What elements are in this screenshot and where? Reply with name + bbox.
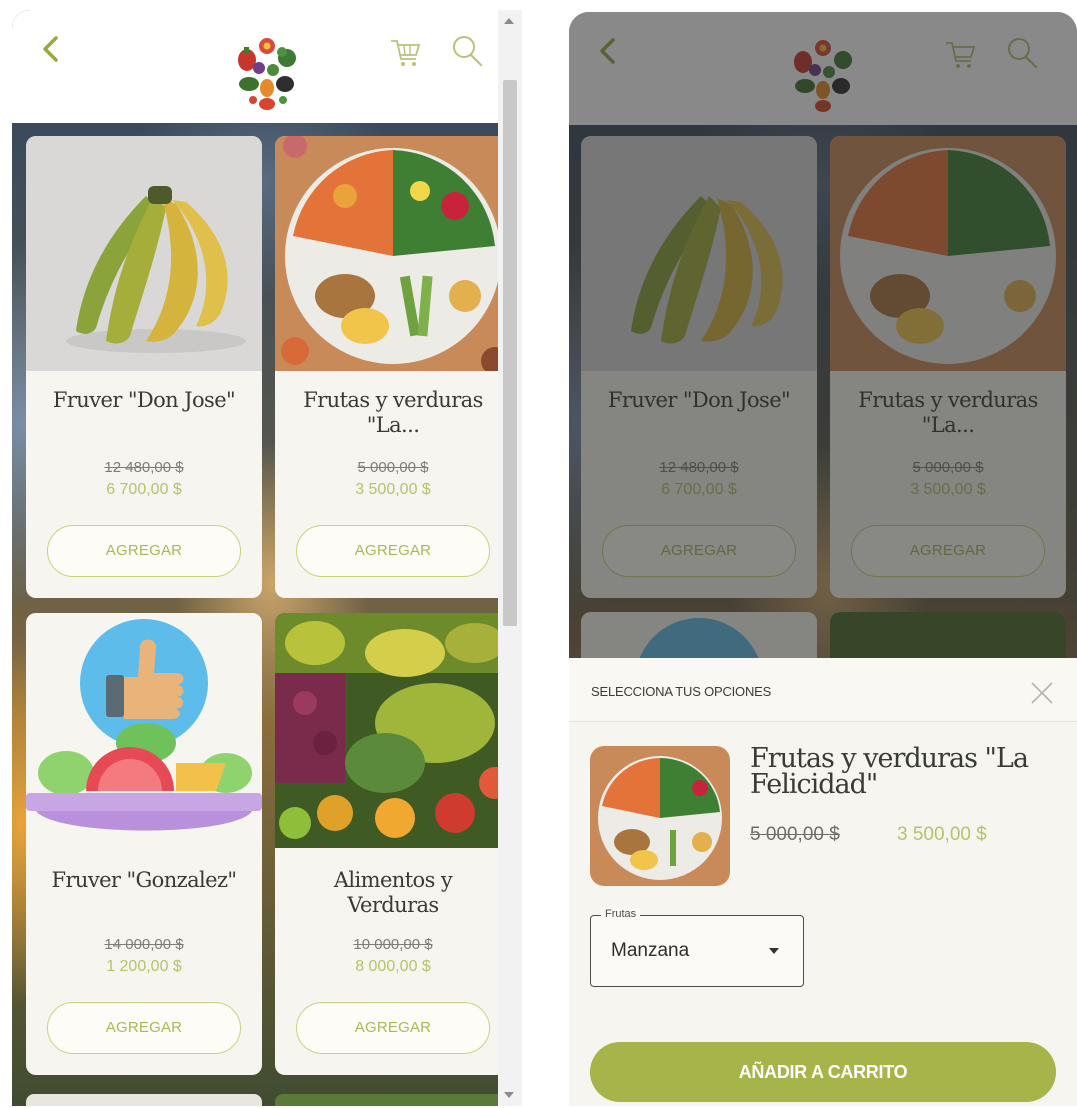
add-to-cart-button[interactable]: AÑADIR A CARRITO <box>590 1042 1056 1102</box>
search-icon[interactable] <box>450 32 484 68</box>
close-icon[interactable] <box>1029 680 1055 706</box>
select-value: Manzana <box>611 940 690 961</box>
next-row-peek <box>26 1094 510 1106</box>
product-photo-bananas <box>26 136 262 371</box>
product-name: Frutas y verduras "La... <box>303 388 483 437</box>
chevron-left-icon[interactable] <box>36 32 66 68</box>
options-bottom-sheet: SELECCIONA TUS OPCIONES Frutas y verdura… <box>569 658 1077 1106</box>
product-card[interactable]: Fruver "Gonzalez" 14 000,00 $ 1 200,00 $… <box>26 613 262 1075</box>
sheet-title: SELECCIONA TUS OPCIONES <box>591 684 772 699</box>
fruit-select[interactable]: Frutas Manzana <box>590 908 804 987</box>
product-card[interactable]: Frutas y verduras "La... 5 000,00 $ 3 50… <box>275 136 511 598</box>
chevron-down-icon[interactable] <box>769 948 779 954</box>
product-photo-fruit-plate <box>275 136 511 371</box>
product-old-price: 12 480,00 $ <box>104 459 184 476</box>
app-bar <box>12 10 522 123</box>
product-new-price: 8 000,00 $ <box>355 958 431 975</box>
product-name: Fruver "Gonzalez" <box>51 868 238 892</box>
product-card[interactable]: Alimentos y Verduras 10 000,00 $ 8 000,0… <box>275 613 511 1075</box>
product-name: Fruver "Don Jose" <box>52 388 236 412</box>
scrollbar[interactable] <box>498 10 522 1106</box>
product-photo-market-stall <box>275 613 511 848</box>
add-button[interactable]: AGREGAR <box>296 1002 490 1054</box>
product-photo-thumbs-up <box>26 613 262 848</box>
add-button[interactable]: AGREGAR <box>47 1002 241 1054</box>
select-label: Frutas <box>601 908 641 920</box>
product-new-price: 3 500,00 $ <box>355 481 431 498</box>
product-new-price: 3 500,00 $ <box>897 824 987 845</box>
sheet-header: SELECCIONA TUS OPCIONES <box>569 658 1077 722</box>
product-card[interactable]: Fruver "Don Jose" 12 480,00 $ 6 700,00 $… <box>26 136 262 598</box>
product-new-price: 6 700,00 $ <box>106 481 182 498</box>
scroll-up-arrow-icon[interactable] <box>504 18 514 24</box>
product-old-price: 10 000,00 $ <box>353 936 433 953</box>
add-button[interactable]: AGREGAR <box>296 525 490 577</box>
product-old-price: 5 000,00 $ <box>357 459 429 476</box>
product-new-price: 1 200,00 $ <box>106 958 182 975</box>
product-list-screen: Fruver "Don Jose" 12 480,00 $ 6 700,00 $… <box>12 10 522 1106</box>
product-name: Frutas y verduras "La Felicidad" <box>750 743 1029 800</box>
product-old-price: 14 000,00 $ <box>104 936 184 953</box>
scroll-thumb[interactable] <box>503 80 517 626</box>
vegetable-basket-logo <box>238 38 296 110</box>
cart-icon[interactable] <box>388 34 422 70</box>
add-button[interactable]: AGREGAR <box>47 525 241 577</box>
product-thumbnail <box>590 746 730 886</box>
scroll-down-arrow-icon[interactable] <box>504 1092 514 1098</box>
stage: Fruver "Don Jose" 12 480,00 $ 6 700,00 $… <box>0 0 1077 1108</box>
options-screen: Fruver "Don Jose" 12 480,00 $ 6 700,00 $… <box>569 12 1077 1106</box>
product-name: Alimentos y Verduras <box>333 868 453 917</box>
product-old-price: 5 000,00 $ <box>750 824 840 845</box>
